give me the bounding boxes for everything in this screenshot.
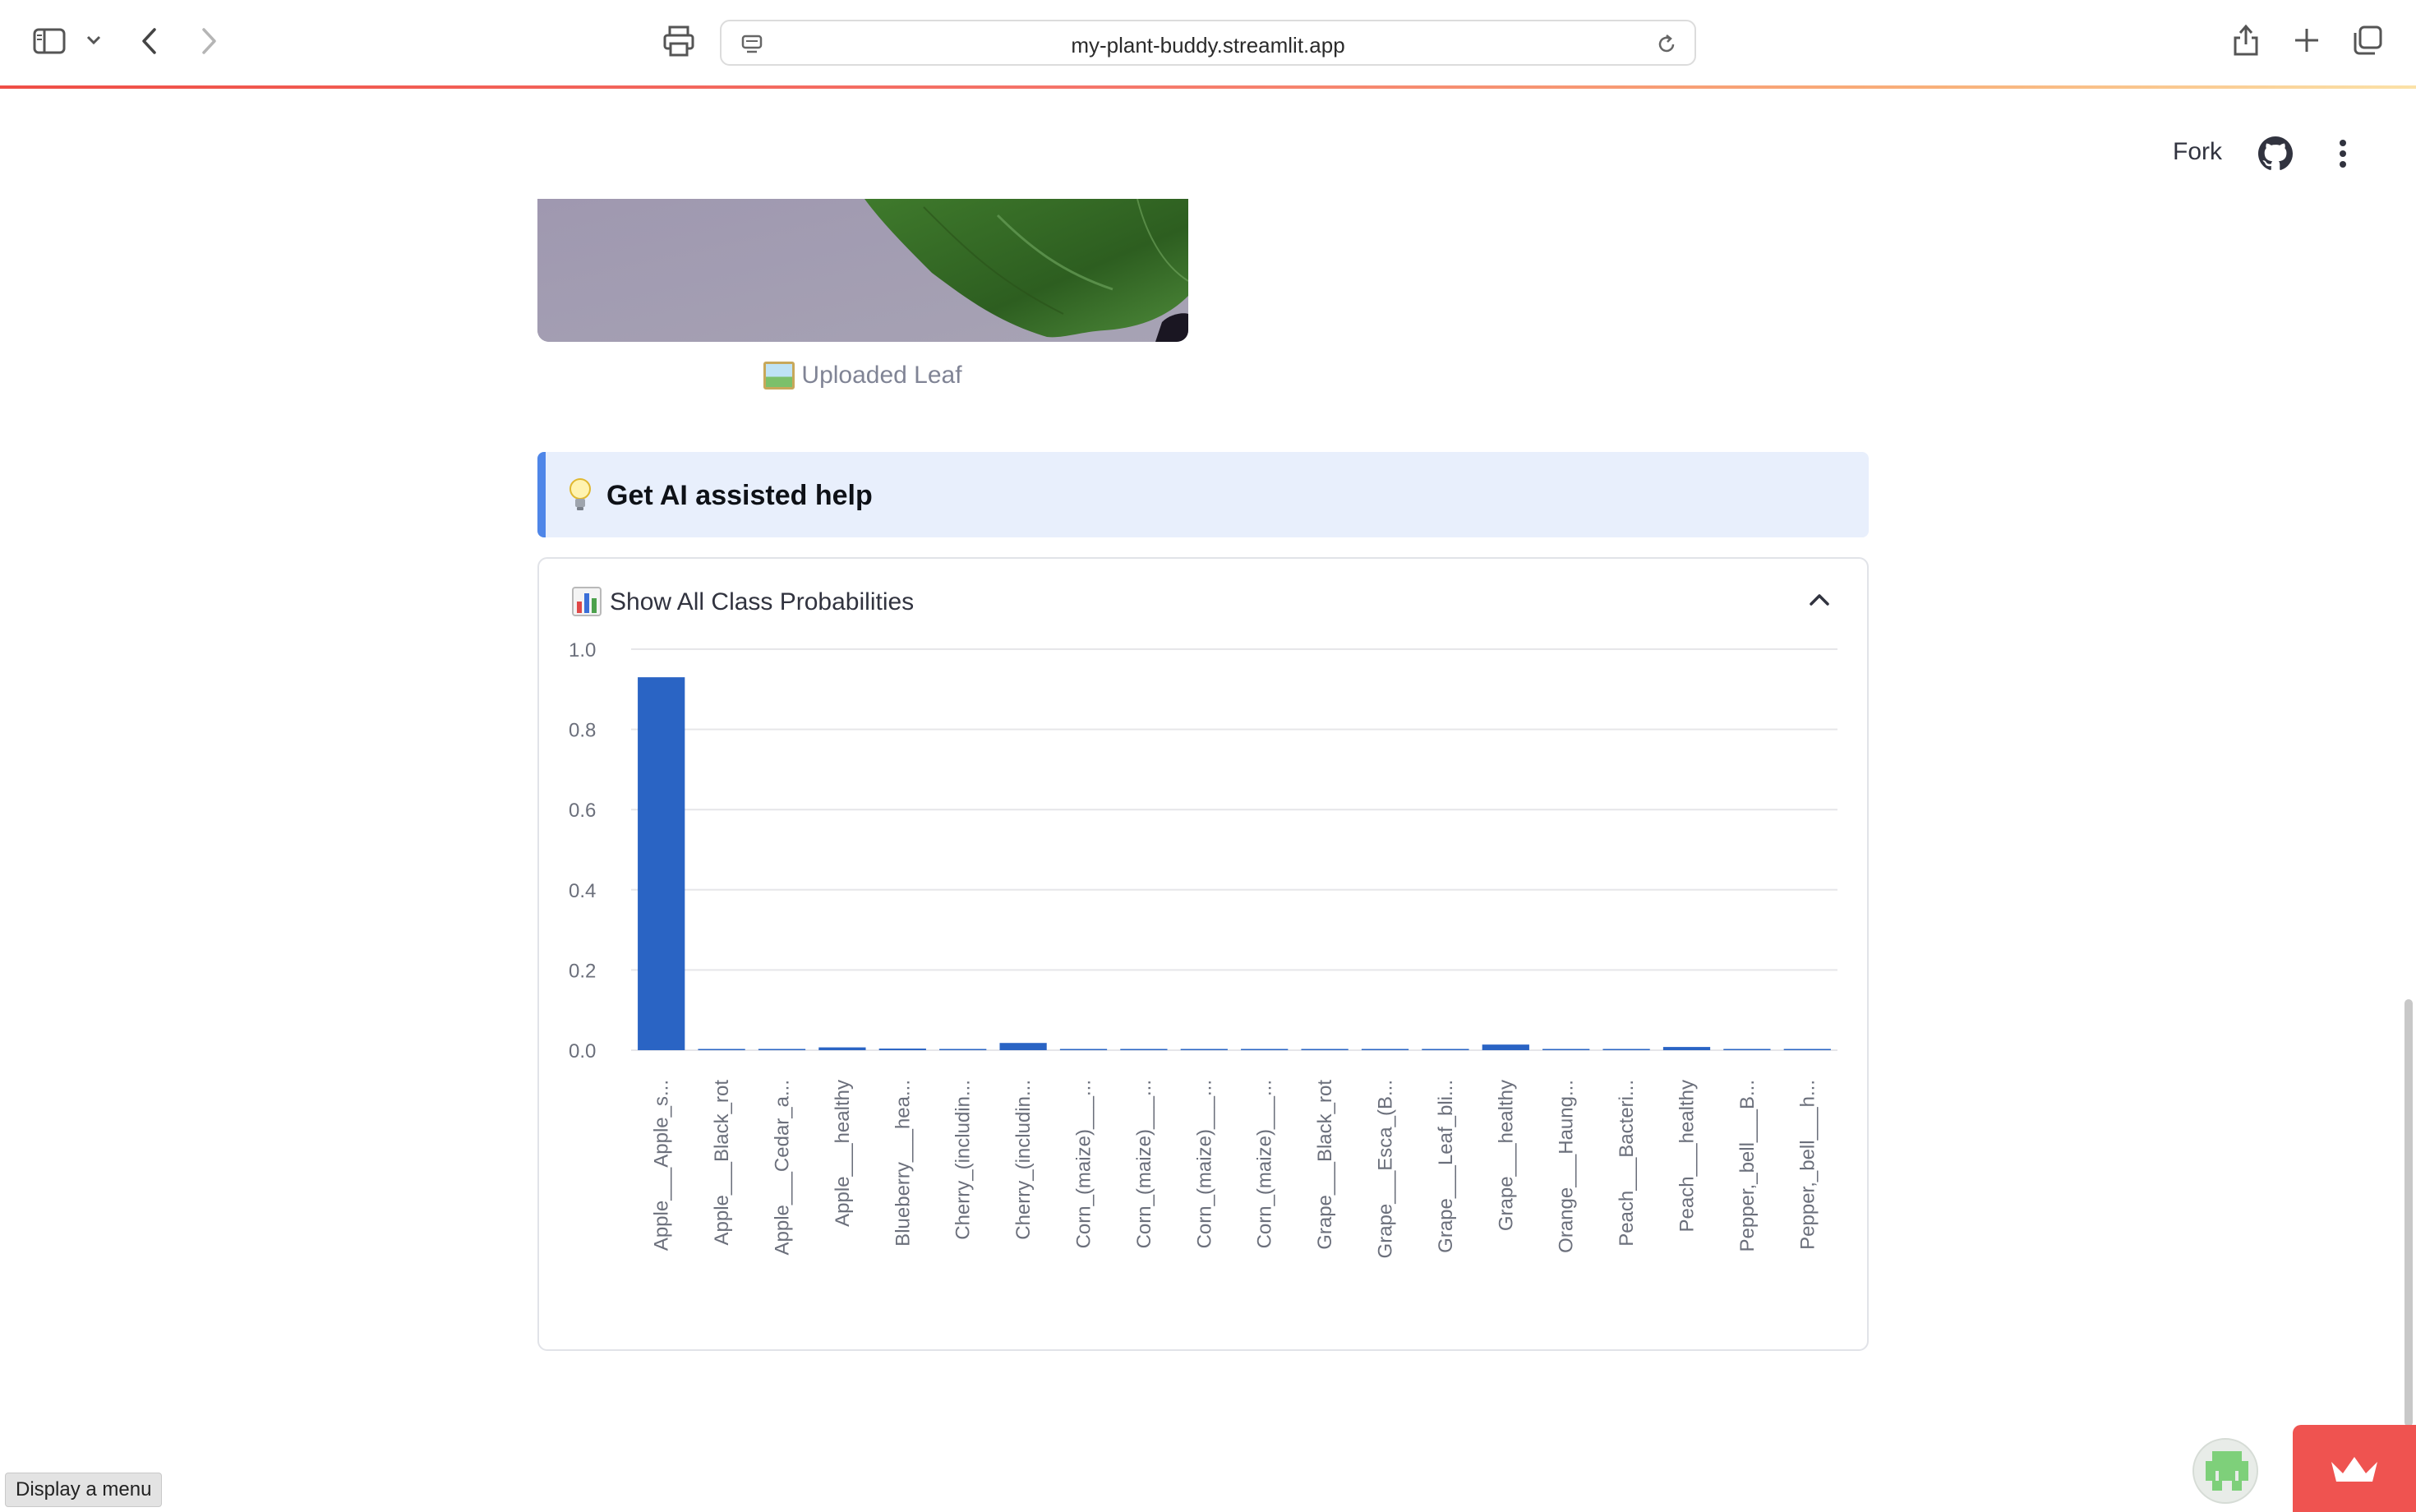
chart-bar xyxy=(999,1043,1047,1050)
x-tick-label: Grape___Black_rot xyxy=(1314,1080,1336,1250)
ai-help-label[interactable]: Get AI assisted help xyxy=(606,480,873,512)
chart-bar xyxy=(1241,1049,1289,1050)
new-tab-icon[interactable] xyxy=(2293,26,2321,54)
url-text[interactable]: my-plant-buddy.streamlit.app xyxy=(722,33,1694,58)
fork-button[interactable]: Fork xyxy=(2173,138,2222,166)
chart-bar xyxy=(698,1049,745,1050)
chart-bar xyxy=(1180,1049,1228,1050)
y-tick-label: 0.2 xyxy=(569,960,596,982)
x-tick-label: Cherry_(includin... xyxy=(1012,1080,1035,1240)
x-tick-label: Grape___healthy xyxy=(1495,1080,1517,1231)
chevron-down-icon[interactable] xyxy=(85,35,102,46)
x-tick-label: Orange___Haung... xyxy=(1556,1080,1578,1253)
print-icon[interactable] xyxy=(662,25,695,58)
chart-bar xyxy=(638,677,685,1050)
probability-bar-chart: 0.0 0.2 0.4 0.6 0.8 1.0 Apple___Apple_s... Appl… xyxy=(569,639,1837,1258)
x-tick-label: Pepper,_bell___h... xyxy=(1796,1080,1819,1250)
y-tick-label: 0.0 xyxy=(569,1040,596,1063)
page-scrollbar[interactable] xyxy=(2404,999,2413,1427)
chart-bar xyxy=(939,1049,987,1050)
tab-overview-icon[interactable] xyxy=(2352,25,2383,56)
x-tick-label: Blueberry___hea... xyxy=(892,1080,914,1247)
x-tick-label: Apple___Apple_s... xyxy=(651,1080,673,1251)
chart-bar xyxy=(1783,1049,1831,1050)
lightbulb-icon xyxy=(567,477,593,517)
back-icon[interactable] xyxy=(140,26,159,56)
crown-icon xyxy=(2331,1457,2377,1482)
chart-bar xyxy=(1422,1049,1469,1050)
uploaded-leaf-image xyxy=(537,199,1188,342)
chart-bar xyxy=(1120,1049,1168,1050)
github-icon[interactable] xyxy=(2258,136,2293,175)
ai-help-callout[interactable]: Get AI assisted help xyxy=(537,452,1869,537)
more-vert-icon[interactable] xyxy=(2331,138,2355,173)
y-tick-label: 1.0 xyxy=(569,639,596,662)
x-tick-label: Peach___Bacteri... xyxy=(1616,1080,1638,1247)
x-tick-label: Corn_(maize)___... xyxy=(1073,1080,1095,1248)
x-tick-label: Apple___Cedar_a... xyxy=(772,1080,794,1256)
forward-icon[interactable] xyxy=(199,26,219,56)
x-tick-label: Corn_(maize)___... xyxy=(1133,1080,1155,1248)
sidebar-icon[interactable] xyxy=(33,28,66,54)
streamlit-crown-badge[interactable] xyxy=(2293,1425,2416,1512)
x-tick-label: Cherry_(includin... xyxy=(952,1080,975,1240)
chart-bar xyxy=(1723,1049,1771,1050)
x-tick-label: Grape___Leaf_bli... xyxy=(1435,1080,1457,1253)
tooltip: Display a menu xyxy=(5,1473,163,1507)
browser-toolbar: my-plant-buddy.streamlit.app xyxy=(0,0,2416,85)
x-tick-label: Peach___healthy xyxy=(1676,1080,1699,1232)
class-probabilities-expander: Show All Class Probabilities 0.0 0.2 0.4 0.… xyxy=(537,557,1869,1351)
chart-bar xyxy=(1482,1044,1529,1050)
user-avatar[interactable] xyxy=(2192,1438,2258,1504)
x-tick-label: Grape___Esca_(B... xyxy=(1375,1080,1397,1258)
callout-accent-bar xyxy=(537,452,546,537)
chart-bar xyxy=(1361,1049,1409,1050)
y-tick-label: 0.8 xyxy=(569,720,596,742)
url-field[interactable]: my-plant-buddy.streamlit.app xyxy=(720,20,1696,66)
chart-bar xyxy=(818,1047,866,1050)
chart-bar xyxy=(1602,1049,1650,1050)
image-caption: Uploaded Leaf xyxy=(537,362,1188,390)
framed-picture-icon xyxy=(763,362,795,390)
x-tick-label: Corn_(maize)___... xyxy=(1254,1080,1276,1248)
y-tick-label: 0.6 xyxy=(569,800,596,822)
x-tick-label: Corn_(maize)___... xyxy=(1193,1080,1215,1248)
chart-bar xyxy=(1662,1047,1711,1050)
chart-bar xyxy=(758,1049,806,1050)
page-load-accent-bar xyxy=(0,85,2416,89)
chart-bar xyxy=(878,1049,926,1050)
share-icon[interactable] xyxy=(2232,23,2260,58)
image-caption-text: Uploaded Leaf xyxy=(801,362,962,389)
reload-icon[interactable] xyxy=(1655,33,1678,60)
x-tick-label: Pepper,_bell___B... xyxy=(1736,1080,1759,1252)
chart-bar xyxy=(1542,1049,1590,1050)
x-tick-label: Apple___Black_rot xyxy=(711,1080,733,1246)
chart-bar xyxy=(1301,1049,1349,1050)
y-tick-label: 0.4 xyxy=(569,880,596,902)
x-tick-label: Apple___healthy xyxy=(832,1080,854,1227)
chart-bar xyxy=(1059,1049,1108,1050)
